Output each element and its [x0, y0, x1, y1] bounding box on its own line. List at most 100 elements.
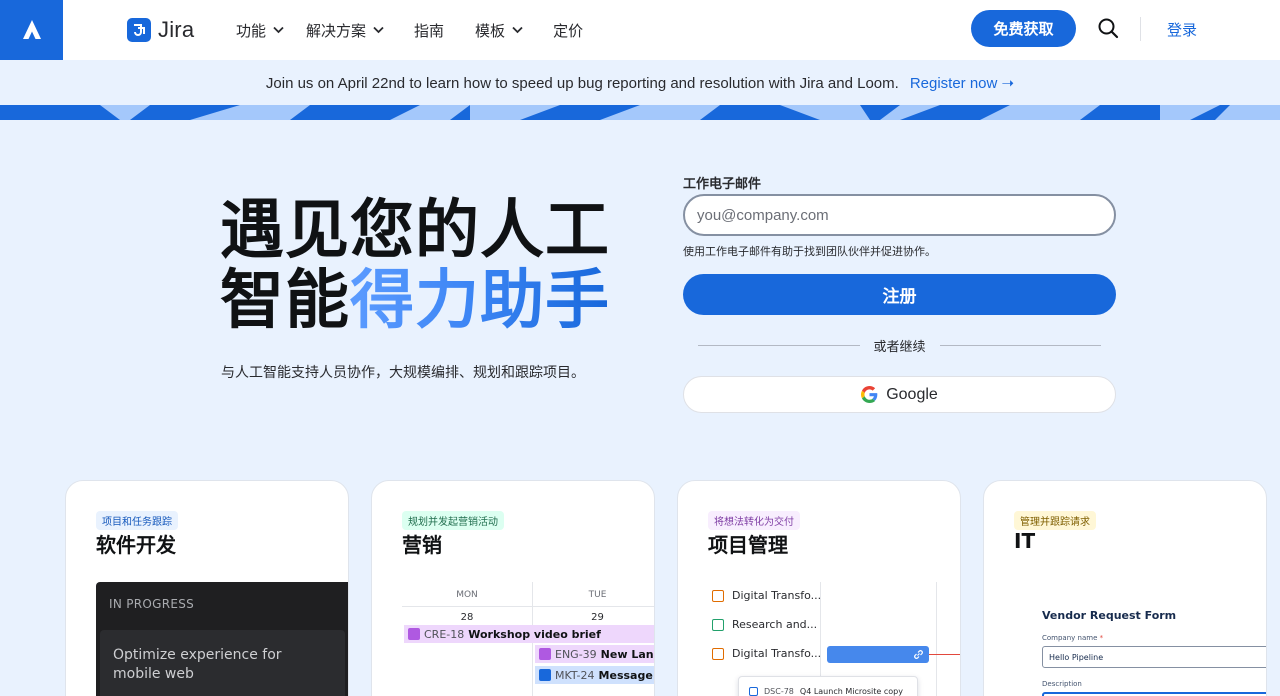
- subtask-card: DSC-78 Q4 Launch Microsite copy: [738, 676, 918, 696]
- site-header: Jira 功能 解决方案 指南 模板 定价 免费获取 登录: [0, 0, 1280, 60]
- event-key: ENG-39: [555, 647, 597, 661]
- or-divider: 或者继续: [698, 336, 1102, 355]
- card-title: 项目管理: [708, 533, 788, 557]
- column-label: IN PROGRESS: [109, 597, 195, 611]
- nav-item-label: 功能: [236, 21, 267, 40]
- required-marker: *: [1099, 634, 1104, 642]
- google-label: Google: [886, 385, 938, 403]
- google-icon: [861, 386, 878, 403]
- chevron-down-icon: [512, 26, 523, 34]
- issue-card: Optimize experience for mobile web: [100, 630, 345, 696]
- divider-line: [698, 344, 860, 346]
- nav-item-label: 模板: [475, 21, 506, 40]
- company-name-field: Hello Pipeline: [1042, 646, 1266, 668]
- card-tag: 规划并发起营销活动: [402, 511, 504, 530]
- hero-title-plain: 智能: [220, 264, 350, 338]
- hero-title-line-2: 智能得力助手: [220, 266, 610, 336]
- card-project-management[interactable]: 将想法转化为交付 项目管理 Digital Transfo... Researc…: [677, 480, 961, 696]
- hero-title-accent: 得力助手: [350, 264, 610, 338]
- card-title: 软件开发: [96, 533, 176, 557]
- header-divider: [1140, 17, 1141, 41]
- card-title: IT: [1014, 529, 1036, 553]
- form-title: Vendor Request Form: [1042, 609, 1177, 622]
- event-key: MKT-24: [555, 668, 595, 682]
- email-input[interactable]: [683, 194, 1116, 236]
- request-form-preview: Vendor Request Form Company name * Hello…: [1042, 609, 1266, 696]
- atlassian-logo-icon[interactable]: [0, 0, 63, 60]
- epic-icon: [712, 647, 724, 660]
- jira-brand[interactable]: Jira: [127, 17, 194, 43]
- event-name: Workshop video brief: [468, 627, 601, 641]
- nav-item-label: 定价: [553, 21, 584, 40]
- main-nav: 功能 解决方案 指南 模板 定价: [236, 0, 583, 60]
- card-it[interactable]: 管理并跟踪请求 IT Vendor Request Form Company n…: [983, 480, 1267, 696]
- form-field-label: Company name *: [1042, 634, 1266, 642]
- nav-item-guide[interactable]: 指南: [414, 0, 444, 60]
- timeline-row: Research and...: [712, 618, 817, 631]
- calendar-event: CRE-18 Workshop video brief: [404, 625, 654, 643]
- card-tag: 管理并跟踪请求: [1014, 511, 1096, 530]
- weekday-label: MON: [456, 590, 478, 600]
- row-label: Research and...: [732, 618, 818, 631]
- description-field: [1042, 692, 1266, 696]
- card-software-development[interactable]: 项目和任务跟踪 软件开发 IN PROGRESS Optimize experi…: [65, 480, 349, 696]
- epic-icon: [712, 618, 724, 631]
- lightning-icon: [408, 628, 420, 640]
- timeline-row: Digital Transfo...: [712, 647, 821, 660]
- calendar-event: ENG-39 New Landing: [535, 645, 654, 663]
- timeline-gridline: [936, 582, 937, 696]
- timeline-preview: Digital Transfo... Research and... Digit…: [708, 582, 960, 696]
- subtask-key: DSC-78: [764, 687, 794, 696]
- google-signin-button[interactable]: Google: [683, 376, 1116, 413]
- nav-item-label: 解决方案: [306, 21, 367, 40]
- event-name: New Landing: [600, 647, 654, 661]
- hero-title-line-1: 遇见您的人工: [220, 194, 610, 268]
- subtask-name: Q4 Launch Microsite copy: [799, 687, 903, 696]
- row-label: Digital Transfo...: [732, 589, 822, 602]
- event-name: Message hou: [598, 668, 654, 682]
- timeline-bar: [827, 646, 929, 663]
- event-key: CRE-18: [424, 627, 465, 641]
- calendar-event: MKT-24 Message hou: [535, 666, 654, 684]
- card-tag: 项目和任务跟踪: [96, 511, 178, 530]
- hero-title: 遇见您的人工 智能得力助手: [220, 196, 610, 336]
- row-label: Digital Transfo...: [732, 647, 822, 660]
- hero-subtitle: 与人工智能支持人员协作，大规模编排、规划和跟踪项目。: [221, 365, 585, 381]
- timeline-row: Digital Transfo...: [712, 589, 821, 602]
- signup-button[interactable]: 注册: [683, 274, 1116, 315]
- link-icon: [914, 650, 923, 659]
- decorative-stripe: [0, 105, 1280, 120]
- dependency-line: [929, 654, 960, 655]
- board-column-preview: IN PROGRESS Optimize experience for mobi…: [96, 582, 348, 696]
- chevron-down-icon: [273, 26, 284, 34]
- weekday-label: TUE: [588, 590, 607, 600]
- form-field-label: Description: [1042, 680, 1082, 688]
- field-label-text: Company name: [1042, 634, 1098, 642]
- task-icon: [539, 669, 551, 681]
- checkbox-icon: [749, 687, 758, 696]
- card-title: 营销: [402, 533, 442, 557]
- banner-text: Join us on April 22nd to learn how to sp…: [265, 74, 899, 92]
- chevron-down-icon: [373, 26, 384, 34]
- epic-icon: [712, 589, 724, 602]
- nav-item-solutions[interactable]: 解决方案: [306, 0, 384, 60]
- nav-item-label: 指南: [414, 21, 445, 40]
- nav-item-templates[interactable]: 模板: [475, 0, 523, 60]
- login-link[interactable]: 登录: [1167, 19, 1197, 40]
- jira-brand-name: Jira: [158, 17, 195, 42]
- divider-line: [939, 344, 1102, 346]
- lightning-icon: [539, 648, 551, 660]
- email-help-text: 使用工作电子邮件有助于找到团队伙伴并促进协作。: [683, 245, 936, 258]
- jira-logo-icon: [127, 18, 151, 42]
- nav-item-features[interactable]: 功能: [236, 0, 284, 60]
- or-text: 或者继续: [873, 339, 926, 355]
- register-now-link[interactable]: Register now ➝: [910, 74, 1014, 92]
- date-label: 29: [591, 612, 604, 623]
- card-marketing[interactable]: 规划并发起营销活动 营销 MON 28 TUE 29 CRE-18 Worksh…: [371, 480, 655, 696]
- nav-item-pricing[interactable]: 定价: [553, 0, 583, 60]
- calendar-preview: MON 28 TUE 29 CRE-18 Workshop video brie…: [402, 582, 654, 696]
- search-icon[interactable]: [1096, 16, 1120, 40]
- get-free-button[interactable]: 免费获取: [971, 10, 1076, 47]
- date-label: 28: [460, 612, 474, 623]
- card-tag: 将想法转化为交付: [708, 511, 800, 530]
